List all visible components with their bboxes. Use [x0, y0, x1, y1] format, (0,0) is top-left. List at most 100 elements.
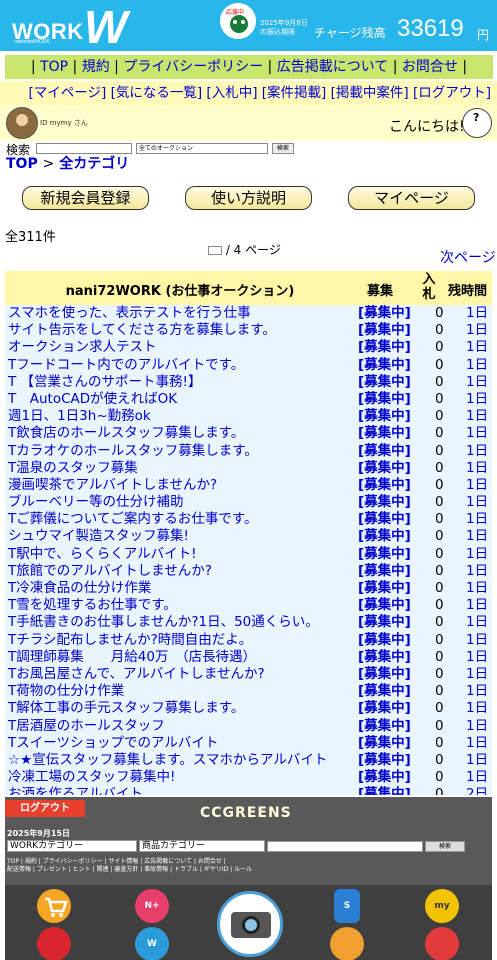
footer-date: 2025年9月15日 [7, 829, 70, 838]
job-title-link[interactable]: T居酒屋のホールスタッフ [8, 718, 165, 735]
status-label: [募集中] [358, 425, 411, 442]
job-title-link[interactable]: T手紙書きのお仕事しませんか?1日、50通くらい。 [8, 614, 319, 631]
job-title-link[interactable]: お酒を作るアルバイト [8, 786, 143, 795]
job-title-link[interactable]: ☆★宣伝スタッフ募集します。スマホからアルバイト [8, 752, 327, 769]
job-title-link[interactable]: Tご葬儀についてご案内するお仕事です。 [8, 511, 258, 528]
nav-bidding[interactable]: [入札中] [206, 85, 257, 101]
job-title-link[interactable]: Tカラオケのホールスタッフ募集します。 [8, 443, 258, 460]
job-title-link[interactable]: T飲食店のホールスタッフ募集します。 [8, 425, 244, 442]
status-label: [募集中] [358, 631, 411, 648]
alarm-icon[interactable] [37, 927, 71, 960]
auction-select[interactable]: 全てのオークション [136, 143, 268, 154]
job-title-link[interactable]: T温泉のスタッフ募集 [8, 460, 138, 477]
remaining-days: 1日 [466, 373, 489, 390]
breadcrumb-all-categories[interactable]: 全カテゴリ [59, 156, 129, 172]
job-title-link[interactable]: 漫画喫茶でアルバイトしませんか? [8, 477, 217, 494]
job-title-link[interactable]: 冷凍工場のスタッフ募集中! [8, 769, 175, 786]
job-title-link[interactable]: T冷凍食品の仕分け作業 [8, 580, 151, 597]
job-title-link[interactable]: スマホを使った、表示テストを行う仕事 [8, 305, 251, 322]
job-title-link[interactable]: T駅中で、らくらくアルバイト! [8, 546, 196, 563]
smartphone-icon[interactable]: S [334, 889, 360, 923]
register-button[interactable]: 新規会員登録 [22, 186, 149, 210]
nav-privacy[interactable]: プライバシーポリシー [123, 59, 263, 75]
nav-advertising[interactable]: 広告掲載について [277, 59, 389, 75]
site-header: WORK W nanimaniWORK 応援中 2025年9月8日 の振込期限 … [0, 0, 497, 53]
job-title-link[interactable]: Tフードコート内でのアルバイトです。 [8, 357, 244, 374]
n-plus-icon[interactable]: N+ [135, 889, 169, 923]
status-label: [募集中] [358, 476, 411, 493]
footer-search-input[interactable] [267, 841, 423, 852]
remaining-days: 1日 [466, 700, 489, 717]
bid-count: 0 [435, 339, 444, 356]
remaining-days: 1日 [466, 390, 489, 407]
camera-icon[interactable] [217, 891, 283, 957]
remaining-days: 1日 [466, 580, 489, 596]
nav-watchlist[interactable]: [気になる一覧] [111, 85, 203, 101]
table-row: T荷物の仕分け作業 [募集中] 0 1日 [5, 683, 492, 701]
status-label: [募集中] [358, 769, 411, 786]
footer-logout-button[interactable]: ログアウト [5, 800, 85, 817]
job-title-link[interactable]: オークション求人テスト [8, 339, 157, 356]
nav-post-job[interactable]: [案件掲載] [262, 85, 327, 101]
footer-links-line2[interactable]: 配送情報 | プレゼント | ヒント | 関連 | 審査方針 | 事故情報 | … [7, 866, 297, 874]
table-row: T雪を処理するお仕事です。 [募集中] 0 1日 [5, 597, 492, 615]
job-title-link[interactable]: T 【営業さんのサポート事務!】 [8, 374, 201, 391]
nav-contact[interactable]: お問合せ [402, 59, 458, 75]
bid-count: 0 [435, 683, 444, 700]
breadcrumb-separator: > [42, 156, 55, 172]
nav-mypage[interactable]: [マイページ] [29, 85, 107, 101]
product-category-select[interactable]: 商品カテゴリー [139, 840, 265, 852]
nav-posted-jobs[interactable]: [掲載中案件] [331, 85, 409, 101]
status-label: [募集中] [358, 408, 411, 425]
handshake-icon[interactable] [330, 927, 364, 960]
user-nav: [マイページ] [気になる一覧] [入札中] [案件掲載] [掲載中案件] [ロ… [0, 81, 497, 105]
ccgreens-logo[interactable]: CCGREENS [200, 805, 292, 821]
footer-links: TOP | 規約 | プライバシーポリシー | サイト情報 | 広告掲載について… [7, 858, 297, 874]
footer-search-button[interactable]: 検索 [425, 841, 465, 852]
table-row: T駅中で、らくらくアルバイト! [募集中] 0 1日 [5, 545, 492, 563]
search-button[interactable]: 検索 [272, 143, 294, 154]
table-row: シュウマイ製造スタッフ募集! [募集中] 0 1日 [5, 528, 492, 546]
job-title-link[interactable]: Tチラシ配布しませんか?時間自由だよ。 [8, 632, 252, 649]
my-icon[interactable]: my [425, 889, 459, 923]
page-select[interactable] [208, 246, 222, 255]
w-icon[interactable]: W [135, 927, 169, 960]
mypage-button[interactable]: マイページ [348, 186, 475, 210]
job-title-link[interactable]: T雪を処理するお仕事です。 [8, 597, 177, 614]
status-label: [募集中] [358, 717, 411, 734]
table-row: お酒を作るアルバイト [募集中] 0 2日 [5, 786, 492, 795]
next-page-link[interactable]: 次ページ [440, 247, 496, 267]
job-title-link[interactable]: T解体工事の手元スタッフ募集します。 [8, 700, 244, 717]
table-row: T飲食店のホールスタッフ募集します。 [募集中] 0 1日 [5, 425, 492, 443]
remaining-days: 1日 [466, 511, 489, 528]
remaining-days: 1日 [466, 494, 489, 511]
nav-terms[interactable]: 規約 [82, 59, 110, 75]
job-title-link[interactable]: Tお風呂屋さんで、アルバイトしませんか? [8, 666, 265, 683]
footer-links-line1[interactable]: TOP | 規約 | プライバシーポリシー | サイト情報 | 広告掲載について… [7, 858, 297, 866]
site-logo[interactable]: WORK W nanimaniWORK [12, 1, 138, 53]
status-label: [募集中] [358, 442, 411, 459]
job-title-link[interactable]: Tスイーツショップでのアルバイト [8, 735, 218, 752]
pager: / 4 ページ [208, 241, 281, 258]
job-title-link[interactable]: T荷物の仕分け作業 [8, 683, 124, 700]
job-title-link[interactable]: ブルーベリー等の仕分け補助 [8, 494, 184, 511]
job-title-link[interactable]: T調理師募集 月給40万 （店長待遇） [8, 649, 256, 666]
mouse-icon[interactable] [425, 927, 459, 960]
app-dock: N+ S my W [5, 885, 492, 960]
cart-icon[interactable] [37, 889, 71, 923]
remaining-days: 1日 [466, 459, 489, 476]
nav-top[interactable]: TOP [40, 59, 68, 75]
breadcrumb-top[interactable]: TOP [6, 156, 38, 172]
job-title-link[interactable]: T AutoCADが使えればOK [8, 391, 177, 408]
avatar[interactable] [6, 107, 38, 139]
job-title-link[interactable]: 週1日、1日3h~勤務ok [8, 408, 151, 425]
howto-button[interactable]: 使い方説明 [185, 186, 312, 210]
bid-count: 0 [435, 390, 444, 407]
remaining-days: 1日 [466, 751, 489, 768]
work-category-select[interactable]: WORKカテゴリー [7, 840, 137, 852]
job-title-link[interactable]: T旅館でのアルバイトしませんか? [8, 563, 212, 580]
nav-logout[interactable]: [ログアウト] [413, 85, 491, 101]
table-header: nani72WORK (お仕事オークション) 募集 入札 残時間 [5, 271, 492, 305]
job-title-link[interactable]: シュウマイ製造スタッフ募集! [8, 528, 189, 545]
job-title-link[interactable]: サイト告示をしてくださる方を募集します。 [8, 322, 276, 339]
